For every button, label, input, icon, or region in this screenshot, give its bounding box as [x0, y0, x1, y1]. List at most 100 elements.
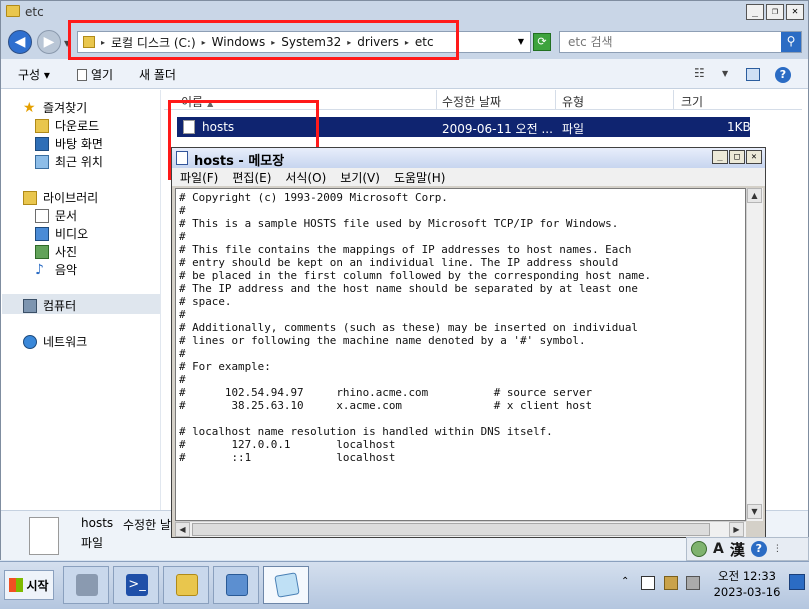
notepad-icon	[274, 572, 300, 598]
address-dropdown-icon[interactable]: ▼	[518, 37, 524, 46]
chevron-right-icon[interactable]: ▸	[101, 38, 105, 47]
recent-pages-dropdown[interactable]: ▼	[64, 39, 70, 48]
chevron-right-icon[interactable]: ▸	[405, 38, 409, 47]
vertical-scrollbar[interactable]: ▲ ▼	[746, 188, 763, 521]
back-button[interactable]: ◀	[8, 30, 32, 54]
sidebar-item-recent[interactable]: 최근 위치	[35, 153, 103, 170]
show-desktop-button[interactable]	[789, 574, 805, 590]
notepad-titlebar[interactable]: hosts - 메모장 _ □ ✕	[172, 148, 765, 169]
sidebar-item-documents[interactable]: 문서	[35, 207, 77, 224]
sidebar-label: 최근 위치	[55, 155, 103, 169]
change-view-icon[interactable]: ☷	[694, 66, 705, 80]
hanja-conversion[interactable]: 漢	[730, 539, 745, 560]
scroll-left-icon[interactable]: ◀	[175, 522, 190, 537]
column-divider[interactable]	[436, 90, 437, 110]
minimize-button[interactable]: _	[746, 4, 764, 20]
computer-icon	[23, 298, 37, 313]
breadcrumb-local-disk[interactable]: 로컬 디스크 (C:)	[111, 34, 196, 51]
breadcrumb-windows[interactable]: Windows	[212, 35, 266, 49]
scroll-down-icon[interactable]: ▼	[747, 504, 762, 519]
organize-button[interactable]: 구성 ▾	[18, 66, 50, 83]
new-folder-button[interactable]: 새 폴더	[139, 66, 176, 83]
sidebar-item-desktop[interactable]: 바탕 화면	[35, 135, 103, 152]
help-icon[interactable]: ?	[775, 67, 791, 83]
clock-date: 2023-03-16	[713, 585, 781, 599]
notepad-window: hosts - 메모장 _ □ ✕ 파일(F) 편집(E) 서식(O) 보기(V…	[171, 147, 766, 538]
refresh-button[interactable]: ⟳	[533, 33, 551, 51]
chevron-right-icon[interactable]: ▸	[271, 38, 275, 47]
chevron-right-icon[interactable]: ▸	[202, 38, 206, 47]
sidebar-item-computer[interactable]: 컴퓨터	[23, 297, 76, 314]
taskbar-server-manager[interactable]	[63, 566, 109, 604]
restore-button[interactable]: ❐	[766, 4, 784, 20]
taskbar-control-panel[interactable]	[213, 566, 259, 604]
video-icon	[35, 226, 49, 241]
start-label: 시작	[26, 578, 49, 593]
powershell-icon: >_	[126, 574, 148, 596]
preview-pane-icon[interactable]	[746, 68, 760, 81]
volume-muted-icon[interactable]	[686, 576, 700, 590]
menu-edit[interactable]: 편집(E)	[232, 169, 271, 186]
view-dropdown-icon[interactable]: ▼	[722, 69, 728, 78]
start-button[interactable]: 시작	[4, 570, 54, 600]
menu-view[interactable]: 보기(V)	[340, 169, 380, 186]
show-hidden-icons-icon[interactable]: ⌃	[621, 576, 629, 587]
clock[interactable]: 오전 12:33 2023-03-16	[712, 568, 782, 600]
sidebar-label: 라이브러리	[43, 191, 99, 205]
column-header-name[interactable]: 이름 ▲	[181, 93, 213, 110]
network-icon[interactable]	[664, 576, 678, 590]
column-divider[interactable]	[673, 90, 674, 110]
langbar-options-icon[interactable]: ⋮	[773, 544, 782, 554]
language-bar: A 漢 ? ⋮	[686, 537, 809, 561]
menu-file[interactable]: 파일(F)	[180, 169, 218, 186]
search-input[interactable]	[560, 32, 770, 52]
breadcrumb-system32[interactable]: System32	[281, 35, 341, 49]
breadcrumb-drivers[interactable]: drivers	[357, 35, 399, 49]
forward-button[interactable]: ▶	[37, 30, 61, 54]
sidebar-item-network[interactable]: 네트워크	[23, 333, 87, 350]
menu-help[interactable]: 도움말(H)	[394, 169, 446, 186]
sidebar-label: 문서	[55, 209, 78, 223]
input-mode-letter[interactable]: A	[713, 541, 724, 557]
taskbar-powershell[interactable]: >_	[113, 566, 159, 604]
column-divider[interactable]	[555, 90, 556, 110]
address-bar[interactable]: ▸ 로컬 디스크 (C:) ▸ Windows ▸ System32 ▸ dri…	[77, 31, 531, 53]
pictures-icon	[35, 244, 49, 259]
taskbar-notepad[interactable]	[263, 566, 309, 604]
close-button[interactable]: ✕	[786, 4, 804, 20]
close-button[interactable]: ✕	[746, 150, 762, 164]
column-header-type[interactable]: 유형	[562, 93, 584, 110]
taskbar: 시작 >_ ⌃ 오전 12:33 2023-03-16	[0, 561, 809, 609]
navigation-bar: ◀ ▶ ▼ ▸ 로컬 디스크 (C:) ▸ Windows ▸ System32…	[1, 25, 808, 59]
chevron-right-icon[interactable]: ▸	[347, 38, 351, 47]
sidebar-item-videos[interactable]: 비디오	[35, 225, 88, 242]
taskbar-explorer[interactable]	[163, 566, 209, 604]
sidebar-item-pictures[interactable]: 사진	[35, 243, 77, 260]
notepad-content[interactable]: # Copyright (c) 1993-2009 Microsoft Corp…	[179, 191, 651, 464]
scroll-right-icon[interactable]: ▶	[729, 522, 744, 537]
explorer-titlebar[interactable]: etc _ ❐ ✕	[1, 1, 808, 25]
breadcrumb-etc[interactable]: etc	[415, 35, 434, 49]
minimize-button[interactable]: _	[712, 150, 728, 164]
action-center-flag-icon[interactable]	[641, 576, 655, 590]
maximize-button[interactable]: □	[729, 150, 745, 164]
file-icon	[183, 120, 195, 134]
table-row[interactable]: hosts 2009-06-11 오전 ... 파일 1KB	[177, 117, 751, 137]
sidebar-item-music[interactable]: ♪ 음악	[35, 261, 77, 278]
help-icon[interactable]: ?	[750, 541, 767, 557]
column-header-size[interactable]: 크기	[681, 93, 703, 110]
menu-format[interactable]: 서식(O)	[285, 169, 326, 186]
search-icon[interactable]: ⚲	[781, 32, 801, 52]
scroll-up-icon[interactable]: ▲	[747, 188, 762, 203]
notepad-text-area[interactable]: # Copyright (c) 1993-2009 Microsoft Corp…	[175, 188, 746, 521]
horizontal-scroll-thumb[interactable]	[192, 523, 710, 536]
sidebar-item-favorites[interactable]: ★ 즐겨찾기	[23, 99, 87, 116]
size-grip[interactable]	[746, 521, 763, 537]
input-tools-icon[interactable]	[691, 541, 707, 557]
horizontal-scrollbar[interactable]: ◀ ▶	[175, 521, 746, 537]
sidebar-item-libraries[interactable]: 라이브러리	[23, 189, 98, 206]
column-label: 이름	[181, 95, 204, 109]
sidebar-item-downloads[interactable]: 다운로드	[35, 117, 99, 134]
open-button[interactable]: 열기	[77, 66, 113, 83]
column-header-modified[interactable]: 수정한 날짜	[442, 93, 501, 110]
